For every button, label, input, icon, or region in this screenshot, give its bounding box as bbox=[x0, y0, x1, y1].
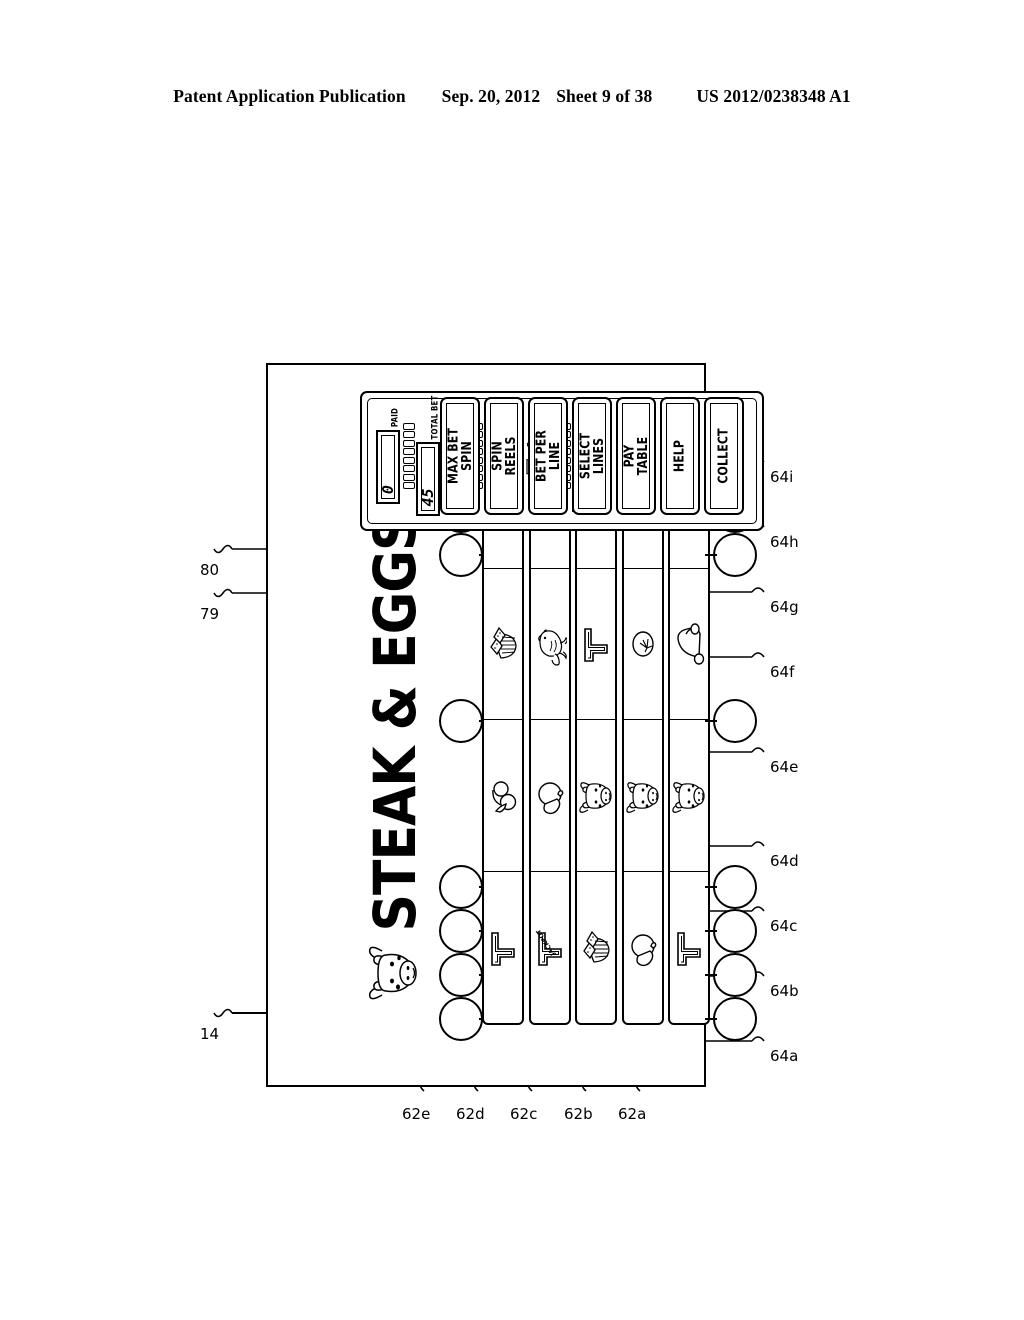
ref-62c: 62c bbox=[510, 1105, 538, 1123]
ref-80: 80 bbox=[200, 561, 220, 579]
ref-62b: 62b bbox=[564, 1105, 593, 1123]
ref-64a: 64a bbox=[770, 1047, 799, 1065]
meter-total-bet: 45 TOTAL BET bbox=[416, 396, 440, 517]
ref-64g: 64g bbox=[770, 598, 799, 616]
pay-table-button[interactable]: PAY TABLE bbox=[616, 397, 656, 515]
slot-machine-cabinet: STEAK & EGGS JACKPOT 0 PAID 45 TOTAL BET… bbox=[266, 363, 764, 1087]
spin-reels-button[interactable]: SPIN REELS bbox=[484, 397, 524, 515]
payline-lamp-64d[interactable] bbox=[705, 865, 757, 909]
symbol-cell bbox=[577, 567, 615, 720]
symbol-cell bbox=[623, 871, 662, 1023]
payline-lamp[interactable] bbox=[439, 865, 491, 909]
paid-value: 0 bbox=[378, 485, 397, 495]
header-publication: Patent Application Publication bbox=[173, 86, 406, 106]
control-panel-inner: 0 PAID 45 TOTAL BET MAX BET SPIN SPIN RE… bbox=[367, 396, 757, 524]
ref-64b: 64b bbox=[770, 982, 799, 1000]
symbol-cell bbox=[484, 567, 522, 720]
meter-paid: 0 PAID bbox=[376, 407, 400, 505]
symbol-cell bbox=[577, 871, 615, 1023]
ref-64d: 64d bbox=[770, 852, 799, 870]
bet-per-line-button[interactable]: BET PER LINE bbox=[528, 397, 568, 515]
select-lines-label-2: LINES bbox=[590, 437, 607, 475]
paid-meter-display: 0 bbox=[376, 430, 400, 505]
symbol-cell bbox=[577, 719, 615, 872]
payline-lamp-64c[interactable] bbox=[705, 909, 757, 953]
symbol-cell bbox=[530, 567, 569, 720]
symbol-cell bbox=[623, 567, 662, 720]
payline-lamp[interactable] bbox=[439, 997, 491, 1041]
paid-label: PAID bbox=[389, 407, 400, 428]
total-bet-value: 45 bbox=[418, 488, 437, 507]
symbol-cell bbox=[670, 567, 708, 720]
payline-lamp-64e[interactable] bbox=[705, 699, 757, 743]
spin-reels-label-2: REELS bbox=[502, 436, 519, 476]
symbol-cell: JACKPOT bbox=[530, 871, 569, 1023]
symbol-cell bbox=[623, 719, 662, 872]
ref-64h: 64h bbox=[770, 533, 799, 551]
bet-per-line-label-2: LINE bbox=[546, 441, 563, 471]
max-bet-spin-label-2: SPIN bbox=[458, 441, 475, 471]
payline-lamp[interactable] bbox=[439, 699, 491, 743]
pay-table-label-2: TABLE bbox=[634, 436, 651, 476]
help-label: HELP bbox=[672, 439, 688, 473]
ref-79: 79 bbox=[200, 605, 220, 623]
symbol-cell bbox=[484, 719, 522, 872]
symbol-cell bbox=[670, 719, 708, 872]
cow-head-icon bbox=[368, 941, 425, 1005]
ref-62d: 62d bbox=[456, 1105, 485, 1123]
led-bar bbox=[403, 417, 415, 495]
symbol-cell bbox=[484, 871, 522, 1023]
page-header: Patent Application Publication Sep. 20, … bbox=[0, 86, 1024, 107]
ref-64e: 64e bbox=[770, 758, 799, 776]
button-column: MAX BET SPIN SPIN REELS BET PER LINE SELECT… bbox=[440, 397, 748, 515]
help-button[interactable]: HELP bbox=[660, 397, 700, 515]
game-title-text: STEAK & EGGS bbox=[362, 514, 430, 932]
select-lines-button[interactable]: SELECT LINES bbox=[572, 397, 612, 515]
ref-62e: 62e bbox=[402, 1105, 431, 1123]
ref-14: 14 bbox=[200, 1025, 220, 1043]
collect-label: COLLECT bbox=[716, 428, 732, 484]
ref-64i: 64i bbox=[770, 468, 794, 486]
payline-lamp-64a[interactable] bbox=[705, 997, 757, 1041]
symbol-cell bbox=[670, 871, 708, 1023]
ref-64c: 64c bbox=[770, 917, 798, 935]
payline-lamp[interactable] bbox=[439, 533, 491, 577]
header-patent-number: US 2012/0238348 A1 bbox=[696, 86, 851, 106]
total-bet-meter-display: 45 bbox=[416, 442, 440, 517]
payline-lamp[interactable] bbox=[439, 909, 491, 953]
header-date: Sep. 20, 2012 bbox=[441, 86, 541, 106]
payline-lamp-64f[interactable] bbox=[705, 533, 757, 577]
max-bet-spin-button[interactable]: MAX BET SPIN bbox=[440, 397, 480, 515]
header-sheet: Sheet 9 of 38 bbox=[556, 86, 653, 106]
payline-lamp[interactable] bbox=[439, 953, 491, 997]
symbol-cell bbox=[530, 719, 569, 872]
ref-62a: 62a bbox=[618, 1105, 647, 1123]
payline-lamp-64b[interactable] bbox=[705, 953, 757, 997]
collect-button[interactable]: COLLECT bbox=[704, 397, 744, 515]
figure-9-drawing: 14 80 79 62e 62d 62c 62b 62a 64a 64b 64c… bbox=[192, 345, 832, 1123]
ref-64f: 64f bbox=[770, 663, 795, 681]
control-panel: 0 PAID 45 TOTAL BET MAX BET SPIN SPIN RE… bbox=[360, 391, 764, 531]
